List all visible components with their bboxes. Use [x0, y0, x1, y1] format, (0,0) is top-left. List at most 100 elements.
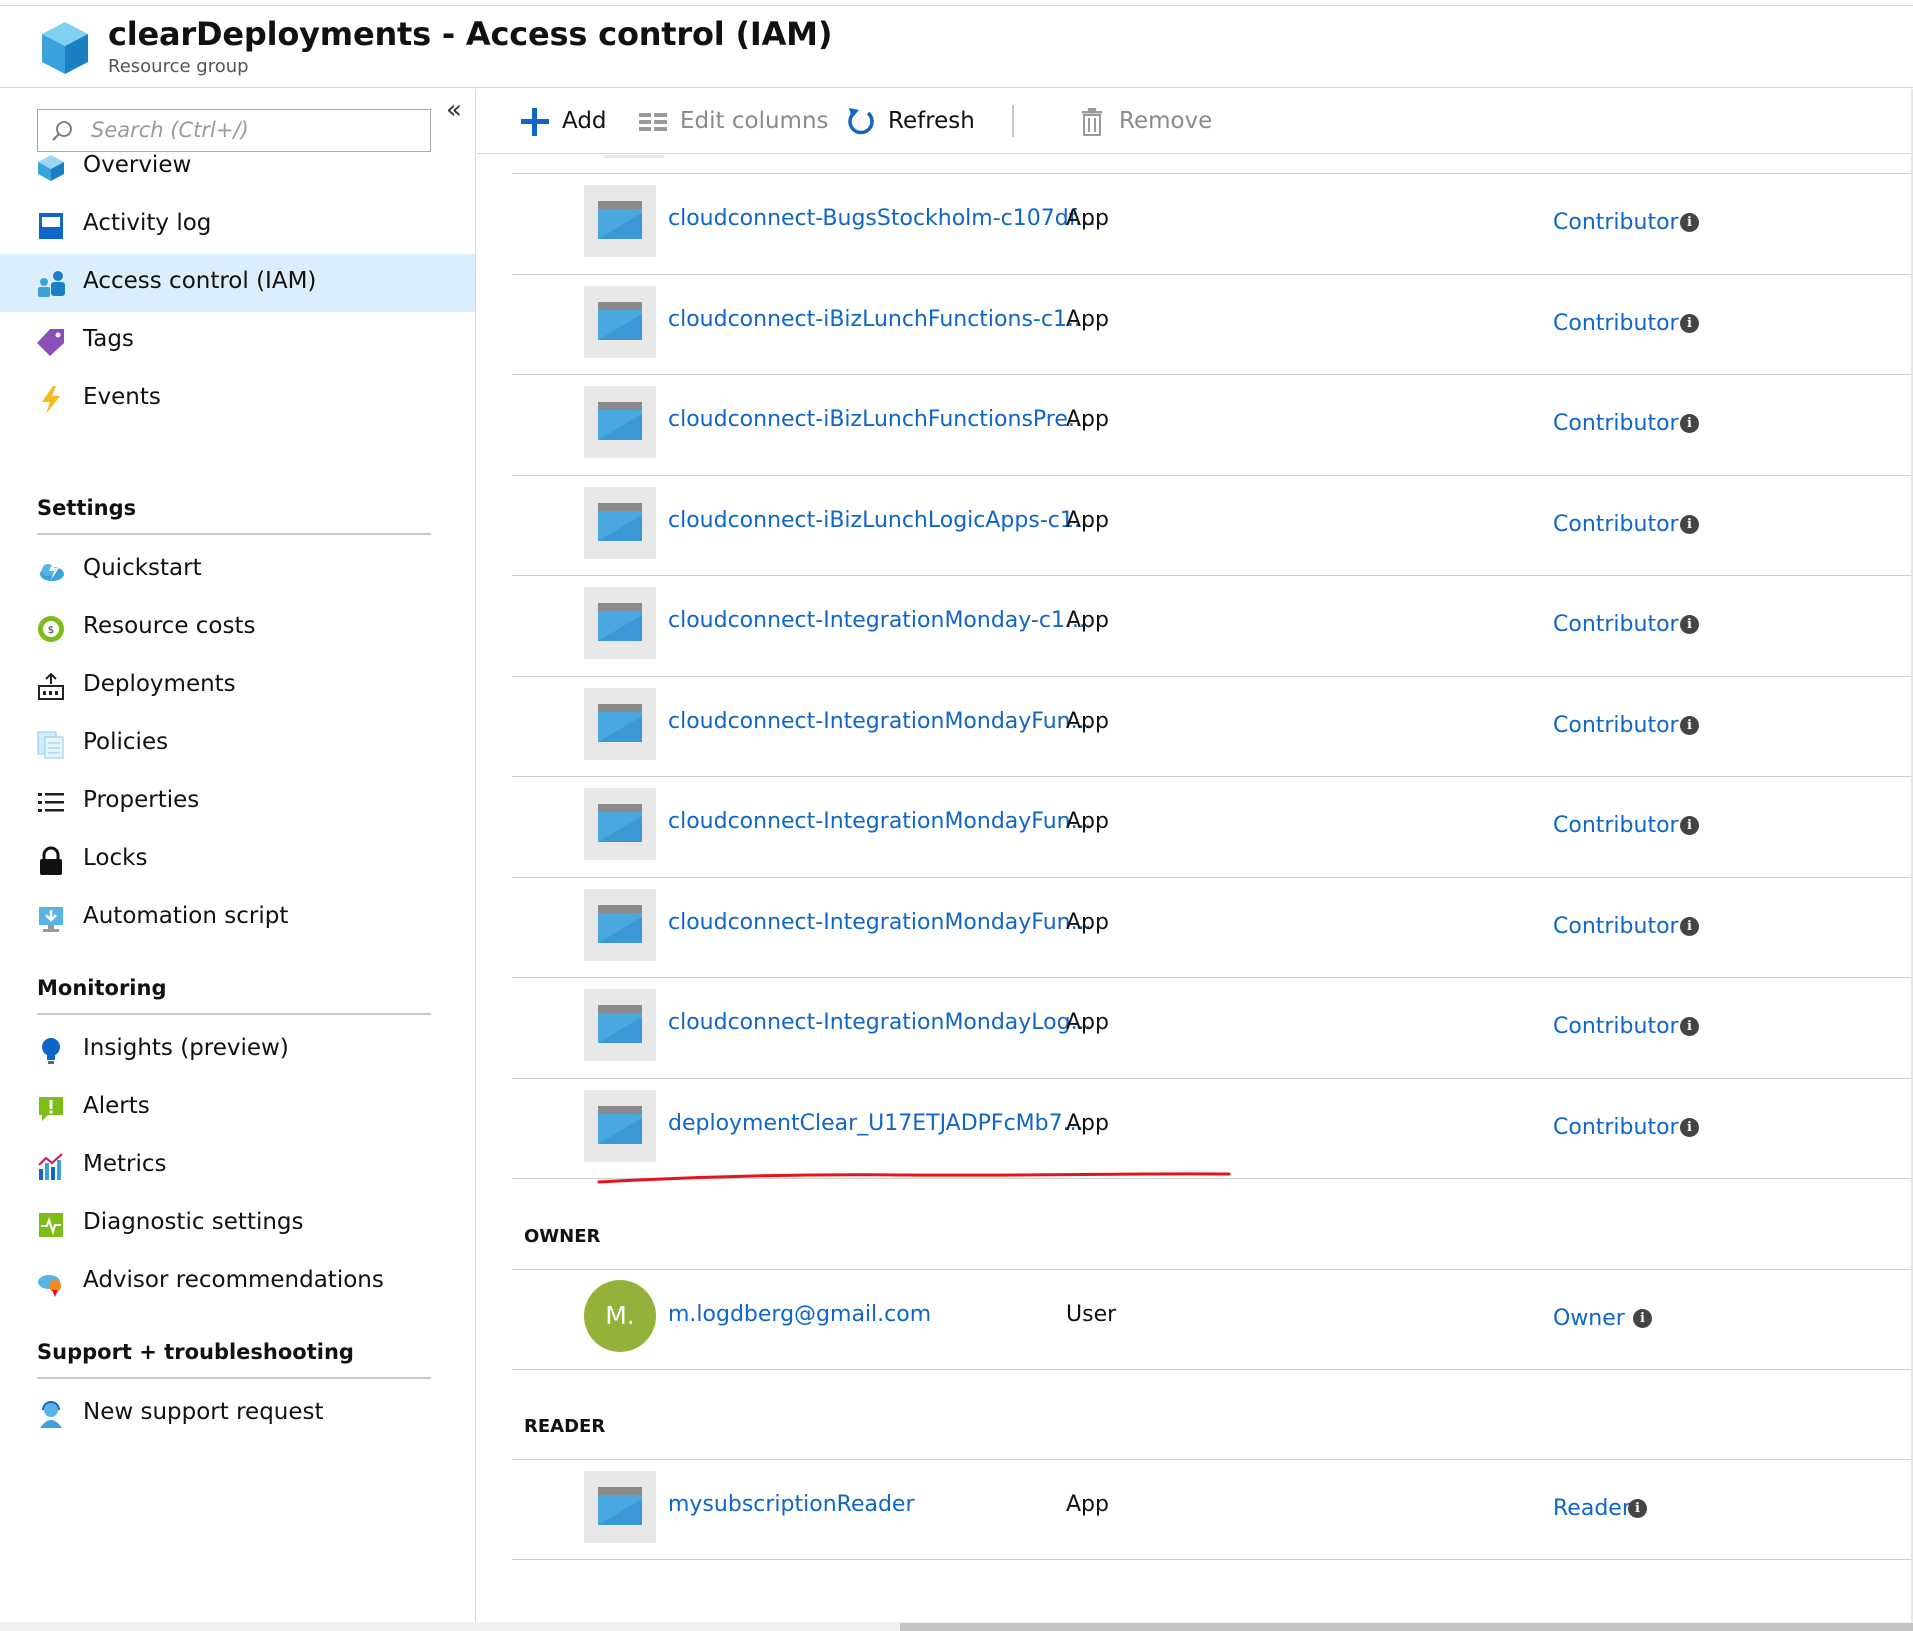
edit-columns-label: Edit columns: [680, 108, 829, 134]
principal-type: App: [1066, 910, 1109, 935]
principal-type: App: [1066, 307, 1109, 332]
info-icon[interactable]: i: [1680, 414, 1699, 433]
principal-name-link[interactable]: cloudconnect-BugsStockholm-c107df...: [668, 206, 1096, 231]
refresh-button[interactable]: Refresh: [846, 103, 986, 139]
app-window-icon: [598, 503, 642, 541]
table-row[interactable]: cloudconnect-IntegrationMonday-c1... App C…: [512, 575, 1913, 675]
sidebar-item-insights[interactable]: Insights (preview): [0, 1021, 475, 1079]
sidebar-item-diagnostic-settings[interactable]: Diagnostic settings: [0, 1195, 475, 1253]
sidebar-item-events[interactable]: Events: [0, 370, 475, 428]
role-link[interactable]: Contributor: [1553, 813, 1679, 838]
principal-type: App: [1066, 508, 1109, 533]
scrollbar-thumb[interactable]: [900, 1623, 1913, 1631]
info-icon[interactable]: i: [1680, 615, 1699, 634]
info-icon[interactable]: i: [1628, 1499, 1647, 1518]
principal-name-link[interactable]: m.logdberg@gmail.com: [668, 1302, 931, 1327]
info-icon[interactable]: i: [1680, 1118, 1699, 1137]
principal-type: App: [1066, 709, 1109, 734]
sidebar-item-label: Advisor recommendations: [83, 1267, 384, 1293]
sidebar-item-policies[interactable]: Policies: [0, 715, 475, 773]
sidebar-item-new-support-request[interactable]: New support request: [0, 1385, 475, 1443]
principal-type: App: [1066, 809, 1109, 834]
info-icon[interactable]: i: [1680, 213, 1699, 232]
app-avatar: [584, 386, 656, 458]
cost-coin-icon: $: [38, 616, 64, 642]
table-row[interactable]: cloudconnect-iBizLunchFunctionsPre... App…: [512, 374, 1913, 474]
app-window-icon: [598, 704, 642, 742]
principal-type: App: [1066, 206, 1109, 231]
sidebar-item-locks[interactable]: Locks: [0, 831, 475, 889]
principal-name-link[interactable]: cloudconnect-iBizLunchFunctionsPre...: [668, 407, 1089, 432]
sidebar-item-advisor-recommendations[interactable]: Advisor recommendations: [0, 1253, 475, 1311]
edit-columns-button[interactable]: Edit columns: [638, 103, 829, 139]
principal-name-link[interactable]: cloudconnect-IntegrationMondayFun...: [668, 709, 1092, 734]
role-link[interactable]: Contributor: [1553, 612, 1679, 637]
sidebar-item-label: Quickstart: [83, 555, 202, 581]
principal-name-link[interactable]: mysubscriptionReader: [668, 1492, 915, 1517]
sidebar-item-label: Metrics: [83, 1151, 167, 1177]
section-title-support: Support + troubleshooting: [37, 1340, 354, 1364]
info-icon[interactable]: i: [1680, 917, 1699, 936]
table-row[interactable]: M. m.logdberg@gmail.com User Owner i: [512, 1269, 1913, 1369]
role-link[interactable]: Contributor: [1553, 1014, 1679, 1039]
table-row[interactable]: cloudconnect-iBizLunchLogicApps-c1... App…: [512, 475, 1913, 575]
add-button[interactable]: Add: [520, 103, 630, 139]
divider: [512, 1559, 1913, 1560]
role-link[interactable]: Contributor: [1553, 1115, 1679, 1140]
table-row[interactable]: cloudconnect-IntegrationMondayFun... App C…: [512, 776, 1913, 876]
sidebar-item-label: Events: [83, 384, 161, 410]
sidebar-item-quickstart[interactable]: Quickstart: [0, 541, 475, 599]
remove-button[interactable]: Remove: [1077, 103, 1217, 139]
sidebar-item-overview[interactable]: Overview: [0, 138, 475, 196]
sidebar-item-label: Locks: [83, 845, 148, 871]
table-row[interactable]: deploymentClear_U17ETJADPFcMb7... App Cont…: [512, 1078, 1913, 1178]
sidebar-item-activity-log[interactable]: Activity log: [0, 196, 475, 254]
horizontal-scrollbar[interactable]: [0, 1622, 1913, 1631]
sidebar-item-label: Overview: [83, 152, 192, 178]
app-avatar: [584, 788, 656, 860]
sidebar-item-label: Diagnostic settings: [83, 1209, 304, 1235]
table-row[interactable]: mysubscriptionReader App Reader i: [512, 1459, 1913, 1559]
principal-name-link[interactable]: cloudconnect-iBizLunchLogicApps-c1...: [668, 508, 1095, 533]
app-avatar: [584, 989, 656, 1061]
principal-name-link[interactable]: deploymentClear_U17ETJADPFcMb7...: [668, 1111, 1084, 1136]
info-icon[interactable]: i: [1680, 716, 1699, 735]
sidebar-item-automation-script[interactable]: Automation script: [0, 889, 475, 947]
role-link[interactable]: Reader: [1553, 1496, 1631, 1521]
sidebar-item-deployments[interactable]: Deployments: [0, 657, 475, 715]
role-link[interactable]: Owner: [1553, 1306, 1625, 1331]
sidebar-item-metrics[interactable]: Metrics: [0, 1137, 475, 1195]
info-icon[interactable]: i: [1680, 314, 1699, 333]
lock-icon: [40, 846, 62, 875]
table-row[interactable]: cloudconnect-IntegrationMondayLog... App C…: [512, 977, 1913, 1077]
principal-name-link[interactable]: cloudconnect-IntegrationMonday-c1...: [668, 608, 1086, 633]
sidebar-item-label: Policies: [83, 729, 169, 755]
sidebar-item-properties[interactable]: Properties: [0, 773, 475, 831]
table-row[interactable]: cloudconnect-BugsStockholm-c107df... App C…: [512, 173, 1913, 273]
role-link[interactable]: Contributor: [1553, 311, 1679, 336]
sidebar-item-alerts[interactable]: Alerts: [0, 1079, 475, 1137]
role-link[interactable]: Contributor: [1553, 914, 1679, 939]
sidebar-item-access-control[interactable]: Access control (IAM): [0, 254, 475, 312]
role-link[interactable]: Contributor: [1553, 210, 1679, 235]
info-icon[interactable]: i: [1680, 816, 1699, 835]
principal-name-link[interactable]: cloudconnect-IntegrationMondayLog...: [668, 1010, 1092, 1035]
principal-name-link[interactable]: cloudconnect-IntegrationMondayFun...: [668, 809, 1092, 834]
principal-name-link[interactable]: cloudconnect-IntegrationMondayFun...: [668, 910, 1092, 935]
info-icon[interactable]: i: [1633, 1309, 1652, 1328]
collapse-menu-button[interactable]: «: [440, 95, 468, 125]
info-icon[interactable]: i: [1680, 515, 1699, 534]
sidebar-item-tags[interactable]: Tags: [0, 312, 475, 370]
role-link[interactable]: Contributor: [1553, 512, 1679, 537]
table-row[interactable]: cloudconnect-iBizLunchFunctions-c1... App…: [512, 274, 1913, 374]
table-row[interactable]: cloudconnect-IntegrationMondayFun... App C…: [512, 877, 1913, 977]
sidebar-item-resource-costs[interactable]: $ Resource costs: [0, 599, 475, 657]
table-row[interactable]: cloudconnect-IntegrationMondayFun... App C…: [512, 676, 1913, 776]
role-link[interactable]: Contributor: [1553, 713, 1679, 738]
principal-name-link[interactable]: cloudconnect-iBizLunchFunctions-c1...: [668, 307, 1088, 332]
role-link[interactable]: Contributor: [1553, 411, 1679, 436]
info-icon[interactable]: i: [1680, 1017, 1699, 1036]
command-bar: Add Edit columns Refresh Remove: [477, 89, 1913, 154]
app-window-icon: [598, 603, 642, 641]
automation-script-icon: [39, 907, 63, 932]
